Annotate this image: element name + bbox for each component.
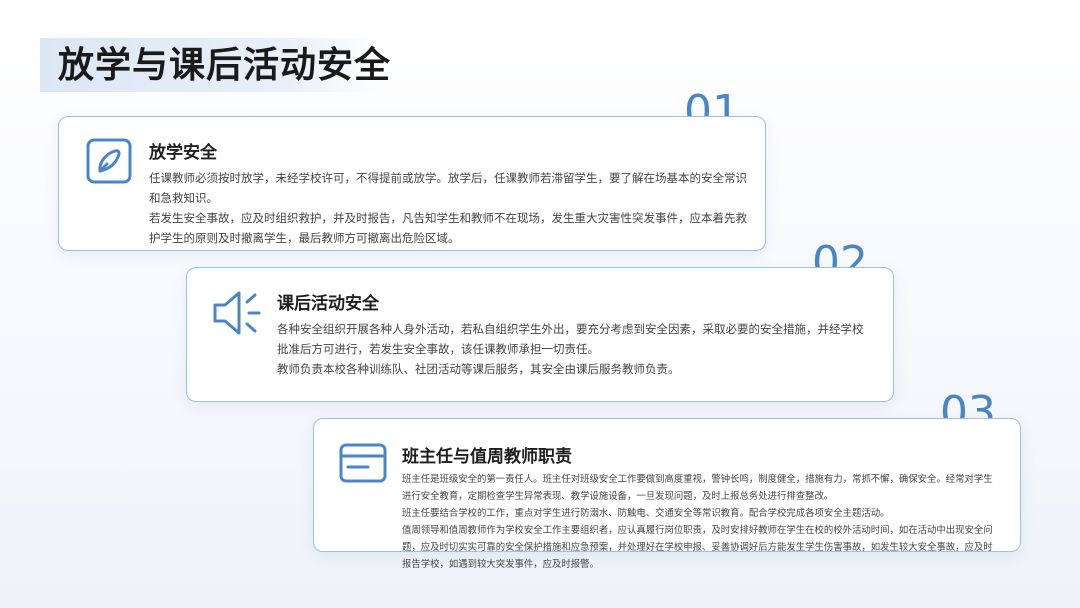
section-heading: 班主任与值周教师职责 bbox=[402, 447, 572, 467]
section-body: 班主任是班级安全的第一责任人。班主任对班级安全工作要做到高度重视，警钟长鸣，制度… bbox=[402, 471, 996, 573]
section-paragraph: 教师负责本校各种训练队、社团活动等课后服务，其安全由课后服务教师负责。 bbox=[277, 362, 680, 376]
section-heading: 课后活动安全 bbox=[277, 294, 379, 314]
pen-icon bbox=[85, 137, 133, 189]
page-title: 放学与课后活动安全 bbox=[58, 45, 392, 86]
section-paragraph: 若发生安全事故，应及时组织救护，并及时报告，凡告知学生和教师不在现场，发生重大灾… bbox=[149, 211, 747, 245]
section-heading: 放学安全 bbox=[149, 143, 217, 163]
section-card-1: 放学安全 任课教师必须按时放学，未经学校许可，不得提前或放学。放学后，任课教师若… bbox=[58, 116, 766, 251]
card-icon bbox=[338, 442, 388, 488]
section-body: 各种安全组织开展各种人身外活动，若私自组织学生外出，要充分考虑到安全因素，采取必… bbox=[277, 319, 871, 379]
section-card-3: 班主任与值周教师职责 班主任是班级安全的第一责任人。班主任对班级安全工作要做到高… bbox=[313, 418, 1021, 570]
section-paragraph: 值周领导和值周教师作为学校安全工作主要组织者，应认真履行岗位职责，及时安排好教师… bbox=[402, 525, 993, 570]
section-card-2: 课后活动安全 各种安全组织开展各种人身外活动，若私自组织学生外出，要充分考虑到安… bbox=[186, 267, 894, 402]
section-number-2: 02 bbox=[812, 241, 868, 269]
section-body: 任课教师必须按时放学，未经学校许可，不得提前或放学。放学后，任课教师若滞留学生，… bbox=[149, 168, 747, 248]
section-paragraph: 班主任要结合学校的工作，重点对学生进行防溺水、防触电、交通安全等常识教育。配合学… bbox=[402, 508, 890, 519]
section-paragraph: 各种安全组织开展各种人身外活动，若私自组织学生外出，要充分考虑到安全因素，采取必… bbox=[277, 322, 864, 356]
speaker-icon bbox=[211, 288, 265, 342]
section-number-1: 01 bbox=[684, 90, 740, 118]
section-paragraph: 班主任是班级安全的第一责任人。班主任对班级安全工作要做到高度重视，警钟长鸣，制度… bbox=[402, 474, 993, 502]
section-paragraph: 任课教师必须按时放学，未经学校许可，不得提前或放学。放学后，任课教师若滞留学生，… bbox=[149, 171, 747, 205]
section-number-3: 03 bbox=[940, 391, 996, 419]
